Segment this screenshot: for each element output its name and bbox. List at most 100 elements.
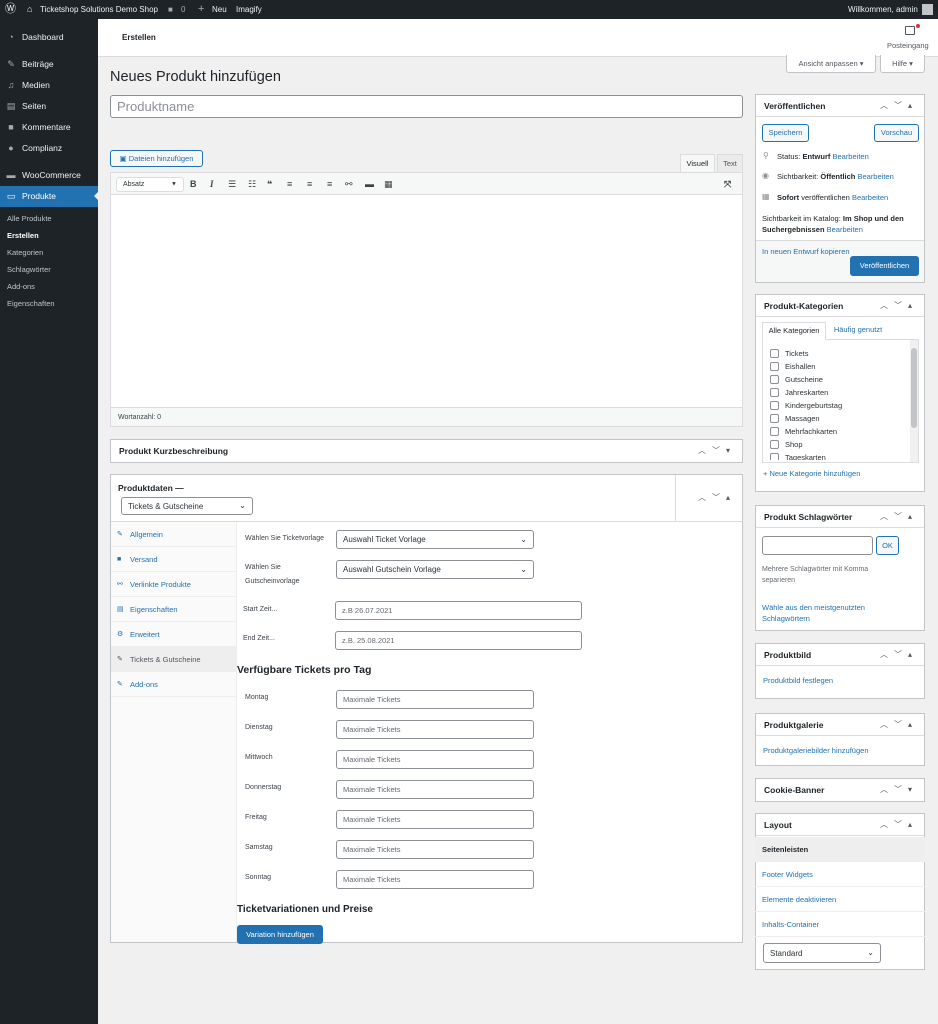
- edit-visibility-link[interactable]: Bearbeiten: [857, 172, 893, 181]
- edit-catalog-link[interactable]: Bearbeiten: [827, 225, 863, 234]
- align-center-icon[interactable]: ≡: [307, 179, 312, 189]
- help-button[interactable]: Hilfe ▾: [880, 55, 925, 73]
- tab-attributes[interactable]: ▤ Eigenschaften: [111, 597, 236, 622]
- scrollbar-thumb[interactable]: [911, 348, 917, 428]
- welcome-user[interactable]: Willkommen, admin: [848, 0, 918, 19]
- toolbar-toggle-icon[interactable]: ▦: [384, 179, 393, 190]
- max-tickets-friday-input[interactable]: Maximale Tickets: [336, 810, 534, 829]
- menu-media[interactable]: ♫ Medien: [0, 75, 98, 96]
- max-tickets-saturday-input[interactable]: Maximale Tickets: [336, 840, 534, 859]
- add-variation-button[interactable]: Variation hinzufügen: [237, 925, 323, 944]
- menu-comments[interactable]: ■ Kommentare: [0, 117, 98, 138]
- tab-all-categories[interactable]: Alle Kategorien: [762, 322, 826, 340]
- menu-pages[interactable]: ▤ Seiten: [0, 96, 98, 117]
- copy-to-draft-link[interactable]: In neuen Entwurf kopieren: [762, 247, 850, 256]
- edit-status-link[interactable]: Bearbeiten: [832, 152, 868, 161]
- preview-button[interactable]: Vorschau: [874, 124, 919, 142]
- format-select[interactable]: Absatz ▼: [116, 177, 184, 192]
- tab-visual[interactable]: Visuell: [680, 154, 715, 172]
- submenu-tags[interactable]: Schlagwörter: [0, 262, 98, 278]
- start-time-input[interactable]: z.B 26.07.2021: [335, 601, 582, 620]
- submenu-categories[interactable]: Kategorien: [0, 245, 98, 261]
- tab-shipping[interactable]: ■ Versand: [111, 547, 236, 572]
- checkbox-tageskarten[interactable]: [770, 453, 779, 460]
- tab-addons[interactable]: ✎ Add-ons: [111, 672, 236, 697]
- avatar[interactable]: [922, 4, 933, 15]
- imagify-link[interactable]: Imagify: [236, 0, 262, 19]
- tab-tickets-vouchers[interactable]: ✎ Tickets & Gutscheine: [111, 647, 236, 672]
- short-description-title[interactable]: Produkt Kurzbeschreibung: [111, 440, 742, 462]
- quote-icon[interactable]: ❝: [267, 179, 272, 190]
- header-tab-add-new[interactable]: Erstellen: [122, 33, 156, 42]
- submenu-all-products[interactable]: Alle Produkte: [0, 211, 98, 227]
- product-name-input[interactable]: Produktname: [110, 95, 743, 118]
- save-draft-button[interactable]: Speichern: [762, 124, 809, 142]
- tab-general[interactable]: ✎ Allgemein: [111, 522, 236, 547]
- bold-icon[interactable]: B: [190, 179, 197, 189]
- tab-advanced[interactable]: ⚙ Erweitert: [111, 622, 236, 647]
- tab-text[interactable]: Text: [717, 154, 743, 172]
- edit-schedule-link[interactable]: Bearbeiten: [852, 193, 888, 202]
- checkbox-jahreskarten[interactable]: [770, 388, 779, 397]
- publish-button[interactable]: Veröffentlichen: [850, 256, 919, 276]
- max-tickets-monday-input[interactable]: Maximale Tickets: [336, 690, 534, 709]
- box-controls[interactable]: ︿﹀▴: [880, 295, 918, 317]
- layout-footer-widgets-row[interactable]: Footer Widgets: [755, 862, 925, 887]
- checkbox-kindergeburtstag[interactable]: [770, 401, 779, 410]
- comments-icon[interactable]: ■: [168, 0, 173, 19]
- tag-input[interactable]: [762, 536, 873, 555]
- italic-icon[interactable]: I: [210, 179, 214, 189]
- box-controls[interactable]: ︿﹀▴: [698, 487, 736, 509]
- tab-linked-products[interactable]: ⚯ Verlinkte Produkte: [111, 572, 236, 597]
- submenu-attributes[interactable]: Eigenschaften: [0, 296, 98, 312]
- submenu-addons[interactable]: Add-ons: [0, 279, 98, 295]
- add-category-link[interactable]: + Neue Kategorie hinzufügen: [763, 469, 860, 478]
- menu-dashboard[interactable]: ◔ Dashboard: [0, 27, 98, 48]
- max-tickets-sunday-input[interactable]: Maximale Tickets: [336, 870, 534, 889]
- max-tickets-wednesday-input[interactable]: Maximale Tickets: [336, 750, 534, 769]
- max-tickets-thursday-input[interactable]: Maximale Tickets: [336, 780, 534, 799]
- box-controls[interactable]: ︿﹀▴: [880, 714, 918, 736]
- box-controls[interactable]: ︿﹀▾: [698, 440, 736, 462]
- box-controls[interactable]: ︿﹀▴: [880, 814, 918, 836]
- menu-posts[interactable]: ✎ Beiträge: [0, 54, 98, 75]
- checkbox-eishallen[interactable]: [770, 362, 779, 371]
- checkbox-shop[interactable]: [770, 440, 779, 449]
- box-controls[interactable]: ︿﹀▴: [880, 644, 918, 666]
- layout-content-container-row[interactable]: Inhalts-Container: [755, 912, 925, 937]
- wordpress-logo-icon[interactable]: Ⓦ: [5, 0, 16, 19]
- set-product-image-link[interactable]: Produktbild festlegen: [763, 676, 833, 685]
- add-gallery-images-link[interactable]: Produktgaleriebilder hinzufügen: [763, 746, 869, 755]
- submenu-add-new[interactable]: Erstellen: [0, 228, 98, 244]
- layout-sidebars-row[interactable]: Seitenleisten: [755, 837, 925, 862]
- menu-woocommerce[interactable]: ▬ WooCommerce: [0, 165, 98, 186]
- tab-popular-categories[interactable]: Häufig genutzt: [830, 322, 886, 340]
- site-name-link[interactable]: Ticketshop Solutions Demo Shop: [40, 0, 158, 19]
- box-controls[interactable]: ︿﹀▴: [880, 95, 918, 117]
- layout-select[interactable]: Standard ⌄: [763, 943, 881, 963]
- inbox-icon[interactable]: [905, 26, 915, 35]
- end-time-input[interactable]: z.B. 25.08.2021: [335, 631, 582, 650]
- menu-complianz[interactable]: ● Complianz: [0, 138, 98, 159]
- link-icon[interactable]: ⚯: [345, 179, 353, 190]
- add-media-button[interactable]: ▣ Dateien hinzufügen: [110, 150, 203, 167]
- new-link[interactable]: Neu: [212, 0, 227, 19]
- menu-products[interactable]: ▭ Produkte: [0, 186, 98, 207]
- screen-options-button[interactable]: Ansicht anpassen ▾: [786, 55, 876, 73]
- align-right-icon[interactable]: ≡: [327, 179, 332, 189]
- box-controls[interactable]: ︿﹀▾: [880, 779, 918, 801]
- align-left-icon[interactable]: ≡: [287, 179, 292, 189]
- inbox-label[interactable]: Posteingang: [887, 41, 929, 50]
- max-tickets-tuesday-input[interactable]: Maximale Tickets: [336, 720, 534, 739]
- box-controls[interactable]: ︿﹀▴: [880, 506, 918, 528]
- comments-count[interactable]: 0: [181, 0, 185, 19]
- add-tag-button[interactable]: OK: [876, 536, 899, 555]
- numbered-list-icon[interactable]: ☷: [248, 179, 256, 190]
- checkbox-mehrfachkarten[interactable]: [770, 427, 779, 436]
- voucher-template-select[interactable]: Auswahl Gutschein Vorlage ⌄: [336, 560, 534, 579]
- checkbox-gutscheine[interactable]: [770, 375, 779, 384]
- checkbox-massagen[interactable]: [770, 414, 779, 423]
- product-type-select[interactable]: Tickets & Gutscheine ⌄: [121, 497, 253, 515]
- bullet-list-icon[interactable]: ☰: [228, 179, 236, 190]
- checkbox-tickets[interactable]: [770, 349, 779, 358]
